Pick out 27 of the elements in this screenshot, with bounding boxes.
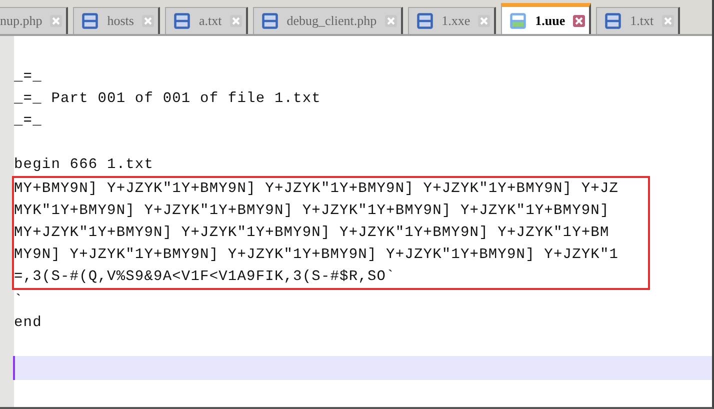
file-tab[interactable]: hosts	[73, 7, 160, 34]
tab-label: 1.uue	[535, 12, 566, 28]
code-line: MY9N] Y+JZYK"1Y+BMY9N] Y+JZYK"1Y+BMY9N] Y+JZYK"1Y+BMY9N] Y+JZYK"1	[14, 246, 620, 265]
code-line: begin 666 1.txt	[14, 156, 155, 175]
tab-label: 1.txt	[630, 13, 654, 29]
code-line: MY+BMY9N] Y+JZYK"1Y+BMY9N] Y+JZYK"1Y+BMY9N] Y+JZYK"1Y+BMY9N] Y+JZ	[14, 180, 620, 199]
code-line: `	[14, 292, 24, 311]
file-tab[interactable]: debug_client.php	[252, 7, 403, 34]
tab-label: a.txt	[198, 13, 222, 29]
text-cursor	[13, 356, 15, 380]
file-tab[interactable]: 1.uue	[501, 3, 592, 34]
file-tab[interactable]: 1.xxe	[408, 7, 496, 34]
code-line: MY+JZYK"1Y+BMY9N] Y+JZYK"1Y+BMY9N] Y+JZYK"1Y+BMY9N] Y+JZYK"1Y+BM	[14, 224, 610, 243]
file-tab[interactable]: 1.txt	[596, 7, 680, 34]
tab-label: hosts	[107, 13, 134, 29]
code-line: MYK"1Y+BMY9N] Y+JZYK"1Y+BMY9N] Y+JZYK"1Y+BMY9N] Y+JZYK"1Y+BMY9N]	[14, 202, 610, 221]
code-line: _=_	[14, 68, 43, 87]
close-icon[interactable]	[573, 14, 586, 26]
code-line: _=_	[14, 112, 43, 131]
tab-label: 1.xxe	[442, 13, 470, 29]
file-tab[interactable]: a.txt	[164, 7, 248, 34]
file-tab[interactable]: nup.php	[0, 7, 68, 34]
code-line: end	[14, 314, 43, 333]
code-line: _=_ Part 001 of 001 of file 1.txt	[14, 90, 322, 109]
tab-label: debug_client.php	[286, 13, 377, 29]
tab-label: nup.php	[0, 13, 42, 29]
code-line: =,3(S-#(Q,V%S9&9A<V1F<V1A9FIK,3(S-#$R,SO`	[14, 268, 396, 287]
